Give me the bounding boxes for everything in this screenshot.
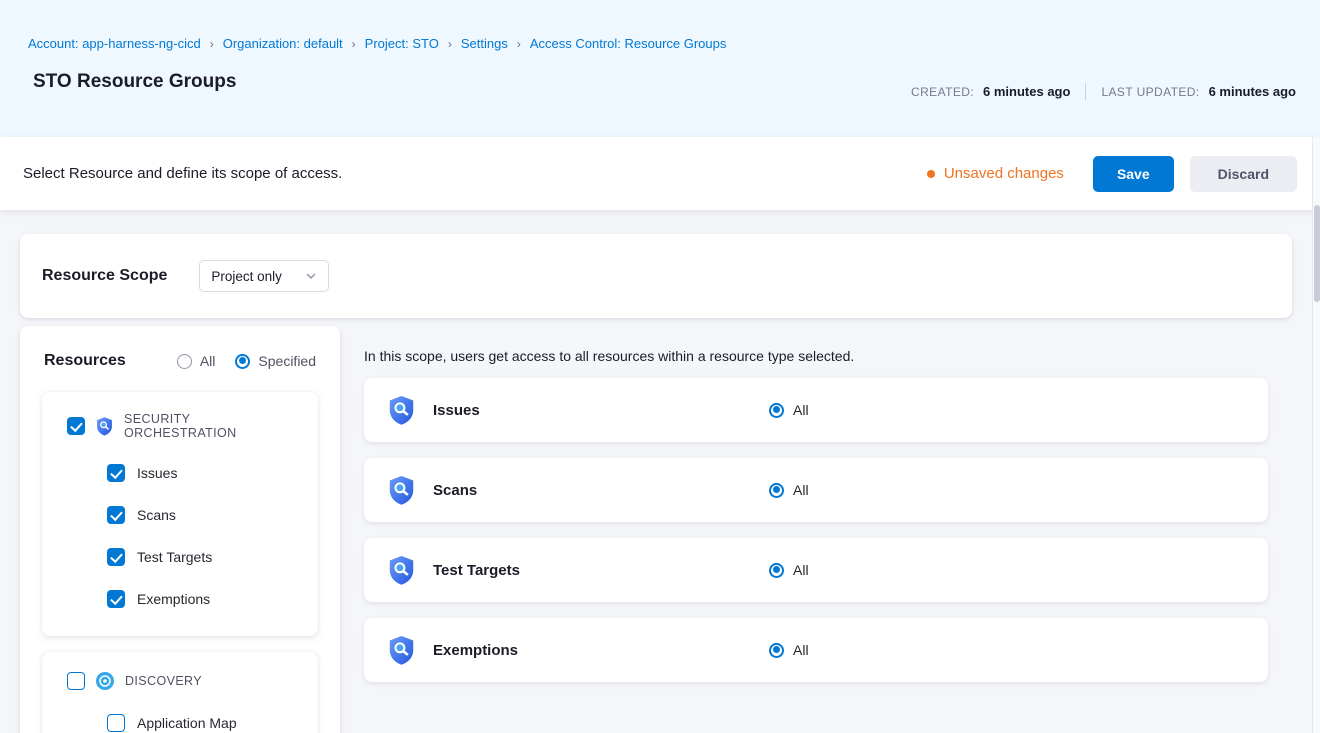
- card-title-issues: Issues: [433, 402, 769, 419]
- breadcrumb-resource-groups-link[interactable]: Access Control: Resource Groups: [530, 36, 727, 51]
- group-label-security-orchestration: SECURITY ORCHESTRATION: [124, 412, 302, 440]
- resource-item-issues: Issues: [107, 464, 302, 482]
- sto-shield-icon: [96, 417, 113, 436]
- breadcrumb: Account: app-harness-ng-cicd › Organizat…: [28, 36, 1296, 51]
- sto-shield-icon: [388, 396, 415, 425]
- breadcrumb-organization-link[interactable]: Organization: default: [223, 36, 343, 51]
- scans-label: Scans: [137, 507, 176, 523]
- card-title-scans: Scans: [433, 482, 769, 499]
- unsaved-changes-label: Unsaved changes: [944, 165, 1064, 182]
- chevron-down-icon: [305, 270, 317, 282]
- issues-scope-radio-all[interactable]: All: [769, 402, 809, 418]
- option-all-label: All: [793, 402, 809, 418]
- issues-label: Issues: [137, 465, 177, 481]
- chevron-right-icon: ›: [448, 37, 452, 51]
- chevron-right-icon: ›: [210, 37, 214, 51]
- resource-scope-select[interactable]: Project only: [199, 260, 329, 292]
- exemptions-checkbox[interactable]: [107, 590, 125, 608]
- resources-title: Resources: [44, 352, 126, 370]
- application-map-checkbox[interactable]: [107, 714, 125, 732]
- last-updated-value: 6 minutes ago: [1209, 84, 1296, 99]
- card-title-test-targets: Test Targets: [433, 562, 769, 579]
- resource-item-exemptions: Exemptions: [107, 590, 302, 608]
- scope-detail-panel: In this scope, users get access to all r…: [364, 326, 1292, 698]
- content-area: Resource Scope Project only Resources Al…: [0, 210, 1320, 733]
- radio-selected-icon[interactable]: [769, 563, 784, 578]
- vertical-scrollbar[interactable]: [1312, 137, 1320, 733]
- group-label-discovery: DISCOVERY: [125, 674, 202, 688]
- resources-panel: Resources All Specified: [20, 326, 340, 733]
- test-targets-scope-radio-all[interactable]: All: [769, 562, 809, 578]
- radio-selected-icon[interactable]: [769, 403, 784, 418]
- header-meta: CREATED: 6 minutes ago LAST UPDATED: 6 m…: [911, 83, 1296, 100]
- resource-card-test-targets: Test Targets All: [364, 538, 1268, 602]
- chevron-right-icon: ›: [352, 37, 356, 51]
- breadcrumb-settings-link[interactable]: Settings: [461, 36, 508, 51]
- test-targets-label: Test Targets: [137, 549, 212, 565]
- toolbar-description: Select Resource and define its scope of …: [23, 165, 342, 182]
- resource-item-application-map: Application Map: [107, 714, 302, 732]
- meta-divider: [1085, 83, 1086, 100]
- resource-scope-card: Resource Scope Project only: [20, 234, 1292, 318]
- radio-selected-icon[interactable]: [769, 643, 784, 658]
- radio-specified-label: Specified: [258, 353, 316, 369]
- radio-specified-icon[interactable]: [235, 354, 250, 369]
- discard-button[interactable]: Discard: [1190, 156, 1297, 192]
- save-button[interactable]: Save: [1093, 156, 1174, 192]
- resource-item-scans: Scans: [107, 506, 302, 524]
- option-all-label: All: [793, 642, 809, 658]
- last-updated-label: LAST UPDATED:: [1101, 85, 1199, 99]
- resource-card-scans: Scans All: [364, 458, 1268, 522]
- discovery-checkbox[interactable]: [67, 672, 85, 690]
- application-map-label: Application Map: [137, 715, 237, 731]
- page-header: Account: app-harness-ng-cicd › Organizat…: [0, 0, 1320, 137]
- issues-checkbox[interactable]: [107, 464, 125, 482]
- radio-specified[interactable]: Specified: [235, 353, 316, 369]
- action-toolbar: Select Resource and define its scope of …: [0, 137, 1320, 210]
- resource-card-exemptions: Exemptions All: [364, 618, 1268, 682]
- radio-all[interactable]: All: [177, 353, 216, 369]
- option-all-label: All: [793, 482, 809, 498]
- security-orchestration-checkbox[interactable]: [67, 417, 85, 435]
- created-label: CREATED:: [911, 85, 974, 99]
- resource-group-security-orchestration: SECURITY ORCHESTRATION Issues Scans Test…: [42, 392, 318, 636]
- resource-scope-selected-value: Project only: [211, 269, 282, 284]
- resource-scope-label: Resource Scope: [42, 267, 167, 285]
- discovery-icon: [96, 672, 114, 690]
- breadcrumb-account-link[interactable]: Account: app-harness-ng-cicd: [28, 36, 201, 51]
- unsaved-dot-icon: [927, 170, 935, 178]
- option-all-label: All: [793, 562, 809, 578]
- created-value: 6 minutes ago: [983, 84, 1070, 99]
- exemptions-scope-radio-all[interactable]: All: [769, 642, 809, 658]
- resource-item-test-targets: Test Targets: [107, 548, 302, 566]
- scans-scope-radio-all[interactable]: All: [769, 482, 809, 498]
- resource-group-discovery: DISCOVERY Application Map: [42, 652, 318, 733]
- sto-shield-icon: [388, 556, 415, 585]
- scrollbar-thumb[interactable]: [1314, 205, 1320, 302]
- test-targets-checkbox[interactable]: [107, 548, 125, 566]
- scans-checkbox[interactable]: [107, 506, 125, 524]
- radio-all-label: All: [200, 353, 216, 369]
- scope-info-text: In this scope, users get access to all r…: [364, 348, 1268, 364]
- sto-shield-icon: [388, 476, 415, 505]
- exemptions-label: Exemptions: [137, 591, 210, 607]
- card-title-exemptions: Exemptions: [433, 642, 769, 659]
- radio-selected-icon[interactable]: [769, 483, 784, 498]
- breadcrumb-project-link[interactable]: Project: STO: [365, 36, 439, 51]
- radio-all-icon[interactable]: [177, 354, 192, 369]
- sto-shield-icon: [388, 636, 415, 665]
- resource-card-issues: Issues All: [364, 378, 1268, 442]
- chevron-right-icon: ›: [517, 37, 521, 51]
